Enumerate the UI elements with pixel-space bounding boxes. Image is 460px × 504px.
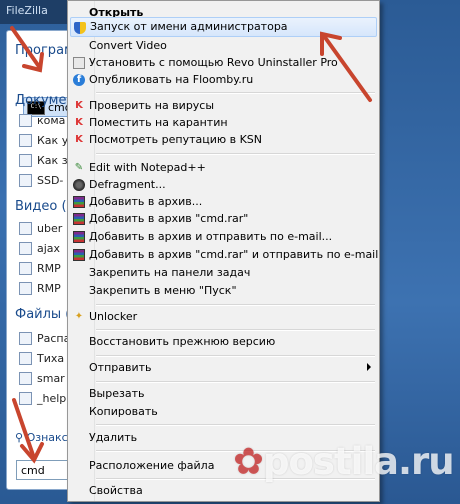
- revo-icon: [73, 57, 85, 69]
- document-label: Как у: [37, 134, 69, 147]
- video-label: ajax: [37, 242, 61, 255]
- menu-item-restore-previous[interactable]: Восстановить прежнюю версию: [70, 332, 377, 352]
- menu-item-label: Edit with Notepad++: [89, 161, 206, 174]
- kaspersky-icon: K: [75, 134, 83, 145]
- video-label: RMP: [37, 262, 61, 275]
- menu-item-label: Посмотреть репутацию в KSN: [89, 133, 263, 146]
- menu-item-label: Восстановить прежнюю версию: [89, 335, 276, 348]
- document-icon: [19, 174, 32, 187]
- menu-item-label: Добавить в архив и отправить по e-mail..…: [89, 230, 333, 243]
- menu-item-ksn-reputation[interactable]: K Посмотреть репутацию в KSN: [70, 130, 377, 150]
- kaspersky-icon: K: [75, 100, 83, 111]
- notepadpp-icon: ✎: [74, 162, 84, 173]
- menu-item-run-as-admin[interactable]: Запуск от имени администратора: [70, 17, 377, 37]
- menu-item-label: Свойства: [89, 484, 143, 497]
- menu-item-label: Копировать: [89, 405, 158, 418]
- video-file-icon: [19, 222, 32, 235]
- floomby-icon: f: [73, 74, 85, 86]
- watermark-mark-icon: ✿: [233, 440, 264, 483]
- menu-item-pin-taskbar[interactable]: Закрепить на панели задач: [70, 263, 377, 283]
- winrar-icon: [73, 213, 85, 225]
- section-files[interactable]: Файлы (: [15, 307, 70, 322]
- file-icon: [19, 392, 32, 405]
- winrar-icon: [73, 249, 85, 261]
- start-menu-right-pane: [380, 0, 460, 504]
- menu-item-properties[interactable]: Свойства: [70, 481, 377, 501]
- menu-item-label: Запуск от имени администратора: [90, 20, 288, 33]
- video-file-icon: [19, 242, 32, 255]
- winrar-icon: [73, 196, 85, 208]
- submenu-arrow-icon: [367, 363, 371, 371]
- menu-item-label: Закрепить в меню "Пуск": [89, 284, 237, 297]
- video-label: RMP: [37, 282, 61, 295]
- menu-item-add-cmd-rar[interactable]: Добавить в архив "cmd.rar": [70, 209, 377, 229]
- section-documents[interactable]: Докумен: [15, 93, 75, 108]
- menu-separator: [96, 329, 375, 331]
- menu-separator: [96, 153, 375, 155]
- menu-item-unlocker[interactable]: ✦ Unlocker: [70, 307, 377, 327]
- menu-item-label: Convert Video: [89, 39, 167, 52]
- menu-item-label: Расположение файла: [89, 459, 215, 472]
- menu-item-label: Вырезать: [89, 387, 145, 400]
- search-value: cmd: [21, 464, 45, 477]
- watermark-text: postila.ru: [263, 440, 455, 483]
- file-icon: [19, 372, 32, 385]
- menu-item-label: Опубликовать на Floomby.ru: [89, 73, 254, 86]
- menu-item-cut[interactable]: Вырезать: [70, 384, 377, 404]
- defrag-icon: [73, 179, 85, 191]
- menu-item-label: Закрепить на панели задач: [89, 266, 251, 279]
- kaspersky-icon: K: [75, 117, 83, 128]
- video-file-icon: [19, 262, 32, 275]
- menu-separator: [96, 304, 375, 306]
- file-label: Распа: [37, 332, 71, 345]
- document-icon: [19, 154, 32, 167]
- menu-item-label: Defragment...: [89, 178, 166, 191]
- winrar-icon: [73, 231, 85, 243]
- search-more-label: Ознакс: [26, 431, 68, 444]
- menu-item-label: Unlocker: [89, 310, 138, 323]
- menu-separator: [96, 355, 375, 357]
- file-label: Тиха: [37, 352, 65, 365]
- menu-item-label: Установить с помощью Revo Uninstaller Pr…: [89, 56, 338, 69]
- taskbar-title: FileZilla: [0, 0, 70, 24]
- menu-item-label: Добавить в архив "cmd.rar" и отправить п…: [89, 248, 379, 261]
- menu-separator: [96, 381, 375, 383]
- window-title: FileZilla: [6, 4, 48, 17]
- menu-item-label: Проверить на вирусы: [89, 99, 215, 112]
- menu-item-cmd-rar-email[interactable]: Добавить в архив "cmd.rar" и отправить п…: [70, 245, 379, 265]
- menu-item-copy[interactable]: Копировать: [70, 402, 377, 422]
- search-input[interactable]: cmd: [16, 460, 70, 480]
- document-icon: [19, 134, 32, 147]
- file-label: _help: [37, 392, 67, 405]
- watermark-logo: ✿postila.ru: [233, 440, 455, 483]
- menu-item-label: Отправить: [89, 361, 152, 374]
- menu-item-label: Поместить на карантин: [89, 116, 228, 129]
- document-label: Как з: [37, 154, 68, 167]
- section-programs[interactable]: Програм: [15, 43, 74, 58]
- menu-item-label: Удалить: [89, 431, 138, 444]
- shield-icon: [74, 22, 86, 34]
- document-icon: [19, 114, 32, 127]
- context-menu: Открыть Запуск от имени администратора C…: [67, 0, 380, 502]
- menu-item-pin-start[interactable]: Закрепить в меню "Пуск": [70, 281, 377, 301]
- menu-item-send-to[interactable]: Отправить: [70, 358, 377, 378]
- search-icon: ⚲: [15, 431, 27, 444]
- menu-item-floomby[interactable]: f Опубликовать на Floomby.ru: [70, 70, 377, 90]
- file-label: smar: [37, 372, 65, 385]
- document-label: кома: [37, 114, 66, 127]
- file-icon: [19, 352, 32, 365]
- menu-item-archive-email[interactable]: Добавить в архив и отправить по e-mail..…: [70, 227, 377, 247]
- wand-icon: ✦: [74, 311, 84, 322]
- search-more-link[interactable]: ⚲ Ознакс: [15, 431, 68, 444]
- document-label: SSD-: [37, 174, 64, 187]
- menu-separator: [96, 92, 375, 94]
- menu-item-label: Добавить в архив...: [89, 195, 203, 208]
- video-label: uber: [37, 222, 63, 235]
- menu-item-label: Добавить в архив "cmd.rar": [89, 212, 249, 225]
- menu-separator: [96, 424, 375, 426]
- section-video[interactable]: Видео (2: [15, 199, 75, 214]
- file-icon: [19, 332, 32, 345]
- video-file-icon: [19, 282, 32, 295]
